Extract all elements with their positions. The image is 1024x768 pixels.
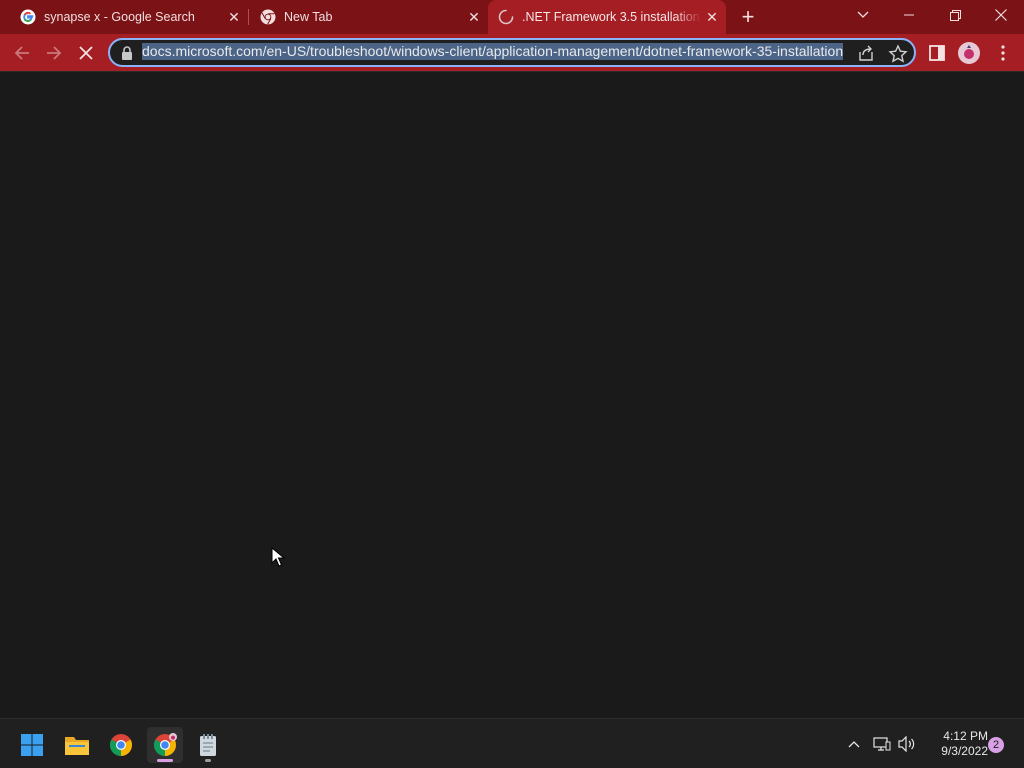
close-icon: [995, 9, 1007, 21]
tab-google-search[interactable]: synapse x - Google Search ✕: [0, 0, 249, 34]
url-selection: docs.microsoft.com/en-US/troubleshoot/wi…: [142, 43, 844, 60]
network-status[interactable]: [871, 733, 893, 755]
mouse-cursor-icon: [271, 547, 285, 567]
system-clock[interactable]: 4:12 PM 9/3/2022: [924, 729, 988, 759]
avatar: [958, 42, 980, 64]
speaker-icon: [898, 736, 915, 752]
clock-time: 4:12 PM: [943, 729, 988, 743]
forward-button[interactable]: [41, 40, 67, 66]
tab-title: New Tab: [284, 10, 333, 24]
restore-icon: [949, 9, 961, 21]
back-button[interactable]: [9, 40, 35, 66]
arrow-right-icon: [47, 46, 62, 60]
side-panel-button[interactable]: [926, 42, 948, 64]
start-button[interactable]: [14, 727, 50, 763]
page-content: [0, 71, 1024, 718]
menu-button[interactable]: [992, 42, 1014, 64]
tab-new-tab[interactable]: New Tab ✕: [240, 0, 488, 34]
close-tab-icon[interactable]: ✕: [464, 7, 484, 27]
volume-control[interactable]: [896, 733, 918, 755]
side-panel-icon: [929, 45, 945, 61]
windows-start-icon: [21, 734, 43, 756]
lock-icon[interactable]: [120, 45, 134, 61]
chrome-icon: [260, 9, 276, 25]
taskbar-notepad[interactable]: [190, 727, 226, 763]
chrome-profile-icon: [154, 733, 177, 756]
notification-badge[interactable]: 2: [988, 737, 1004, 753]
taskbar-file-explorer[interactable]: [59, 727, 95, 763]
restore-button[interactable]: [932, 0, 978, 30]
more-vertical-icon: [1001, 45, 1005, 61]
close-window-button[interactable]: [978, 0, 1024, 30]
clock-date: 9/3/2022: [941, 744, 988, 758]
tab-search-button[interactable]: [840, 0, 886, 30]
url-text[interactable]: docs.microsoft.com/en-US/troubleshoot/wi…: [142, 43, 848, 62]
minimize-button[interactable]: [886, 0, 932, 30]
chevron-down-icon: [857, 11, 869, 18]
active-app-indicator: [157, 759, 173, 762]
tab-strip: synapse x - Google Search ✕ New Tab ✕ .N…: [0, 0, 1024, 34]
star-icon[interactable]: [888, 44, 908, 64]
address-bar[interactable]: docs.microsoft.com/en-US/troubleshoot/wi…: [108, 38, 916, 67]
arrow-left-icon: [14, 46, 29, 60]
share-icon[interactable]: [856, 44, 876, 64]
chrome-icon: [110, 734, 132, 756]
google-icon: [20, 9, 36, 25]
show-hidden-icons-button[interactable]: [843, 733, 865, 755]
tab-title: .NET Framework 3.5 installation e: [522, 10, 702, 24]
taskbar: 4:12 PM 9/3/2022 2: [0, 718, 1024, 768]
close-tab-icon[interactable]: ✕: [702, 7, 722, 27]
browser-toolbar: docs.microsoft.com/en-US/troubleshoot/wi…: [0, 34, 1024, 71]
chevron-up-icon: [848, 741, 860, 748]
profile-button[interactable]: [958, 42, 980, 64]
loading-spinner-icon: [498, 9, 514, 25]
running-app-indicator: [205, 759, 211, 762]
tab-title: synapse x - Google Search: [44, 10, 195, 24]
network-icon: [873, 737, 891, 751]
taskbar-chrome-profile[interactable]: [147, 727, 183, 763]
minimize-icon: [904, 14, 914, 16]
new-tab-button[interactable]: +: [736, 4, 760, 29]
tab-dotnet-framework[interactable]: .NET Framework 3.5 installation e ✕: [488, 0, 726, 34]
close-icon: [79, 46, 93, 60]
notepad-icon: [200, 734, 216, 756]
stop-loading-button[interactable]: [73, 40, 99, 66]
folder-icon: [65, 737, 89, 755]
taskbar-chrome[interactable]: [103, 727, 139, 763]
